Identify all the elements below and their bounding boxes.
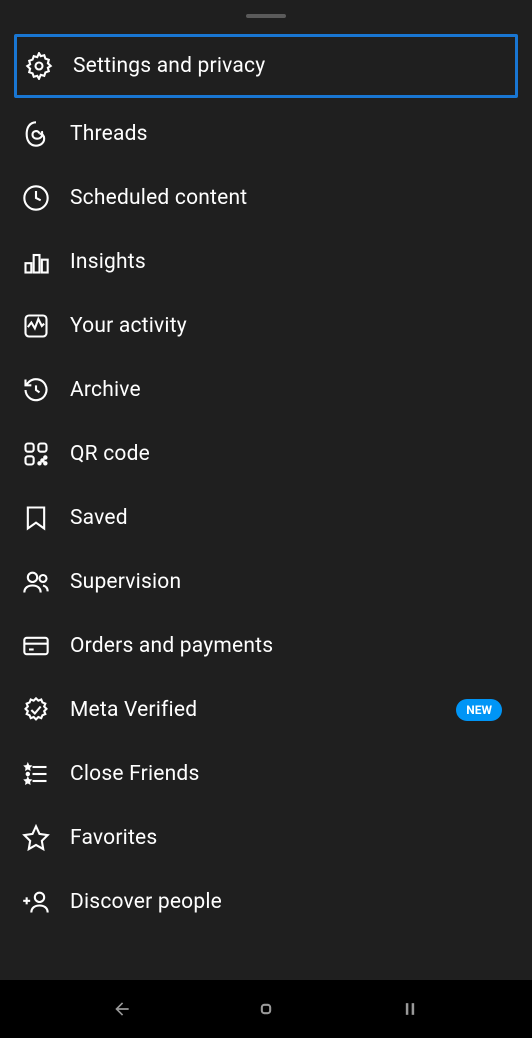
verified-icon bbox=[20, 694, 52, 726]
people-icon bbox=[20, 566, 52, 598]
menu-item-meta-verified[interactable]: Meta Verified NEW bbox=[14, 678, 518, 742]
navigation-bar bbox=[0, 980, 532, 1038]
qr-code-icon bbox=[20, 438, 52, 470]
menu-item-supervision[interactable]: Supervision bbox=[14, 550, 518, 614]
discover-people-icon bbox=[20, 886, 52, 918]
menu-item-discover-people[interactable]: Discover people bbox=[14, 870, 518, 934]
menu-item-label: Insights bbox=[70, 250, 512, 274]
menu-item-label: Favorites bbox=[70, 826, 512, 850]
clock-icon bbox=[20, 182, 52, 214]
activity-icon bbox=[20, 310, 52, 342]
threads-icon bbox=[20, 118, 52, 150]
menu-item-label: QR code bbox=[70, 442, 512, 466]
menu-item-label: Threads bbox=[70, 122, 512, 146]
menu-item-orders-payments[interactable]: Orders and payments bbox=[14, 614, 518, 678]
menu-item-threads[interactable]: Threads bbox=[14, 102, 518, 166]
menu-item-settings-privacy[interactable]: Settings and privacy bbox=[14, 34, 518, 98]
bookmark-icon bbox=[20, 502, 52, 534]
menu-item-favorites[interactable]: Favorites bbox=[14, 806, 518, 870]
menu-item-label: Archive bbox=[70, 378, 512, 402]
menu-item-saved[interactable]: Saved bbox=[14, 486, 518, 550]
menu-item-label: Supervision bbox=[70, 570, 512, 594]
gear-icon bbox=[23, 50, 55, 82]
menu-item-label: Saved bbox=[70, 506, 512, 530]
menu-item-close-friends[interactable]: Close Friends bbox=[14, 742, 518, 806]
new-badge: NEW bbox=[456, 699, 502, 721]
archive-icon bbox=[20, 374, 52, 406]
menu-item-insights[interactable]: Insights bbox=[14, 230, 518, 294]
menu-item-label: Orders and payments bbox=[70, 634, 512, 658]
menu-item-scheduled-content[interactable]: Scheduled content bbox=[14, 166, 518, 230]
home-button[interactable] bbox=[236, 989, 296, 1029]
menu-item-your-activity[interactable]: Your activity bbox=[14, 294, 518, 358]
close-friends-icon bbox=[20, 758, 52, 790]
menu-item-archive[interactable]: Archive bbox=[14, 358, 518, 422]
star-icon bbox=[20, 822, 52, 854]
menu-item-label: Close Friends bbox=[70, 762, 512, 786]
menu-item-label: Meta Verified bbox=[70, 698, 456, 722]
recent-apps-button[interactable] bbox=[380, 989, 440, 1029]
bar-chart-icon bbox=[20, 246, 52, 278]
back-button[interactable] bbox=[92, 989, 152, 1029]
menu-item-label: Scheduled content bbox=[70, 186, 512, 210]
menu-item-label: Your activity bbox=[70, 314, 512, 338]
menu-item-label: Settings and privacy bbox=[73, 54, 509, 78]
menu-item-label: Discover people bbox=[70, 890, 512, 914]
drag-handle[interactable] bbox=[246, 14, 286, 18]
card-icon bbox=[20, 630, 52, 662]
menu-item-qr-code[interactable]: QR code bbox=[14, 422, 518, 486]
menu-list: Settings and privacy Threads Scheduled c… bbox=[0, 34, 532, 934]
